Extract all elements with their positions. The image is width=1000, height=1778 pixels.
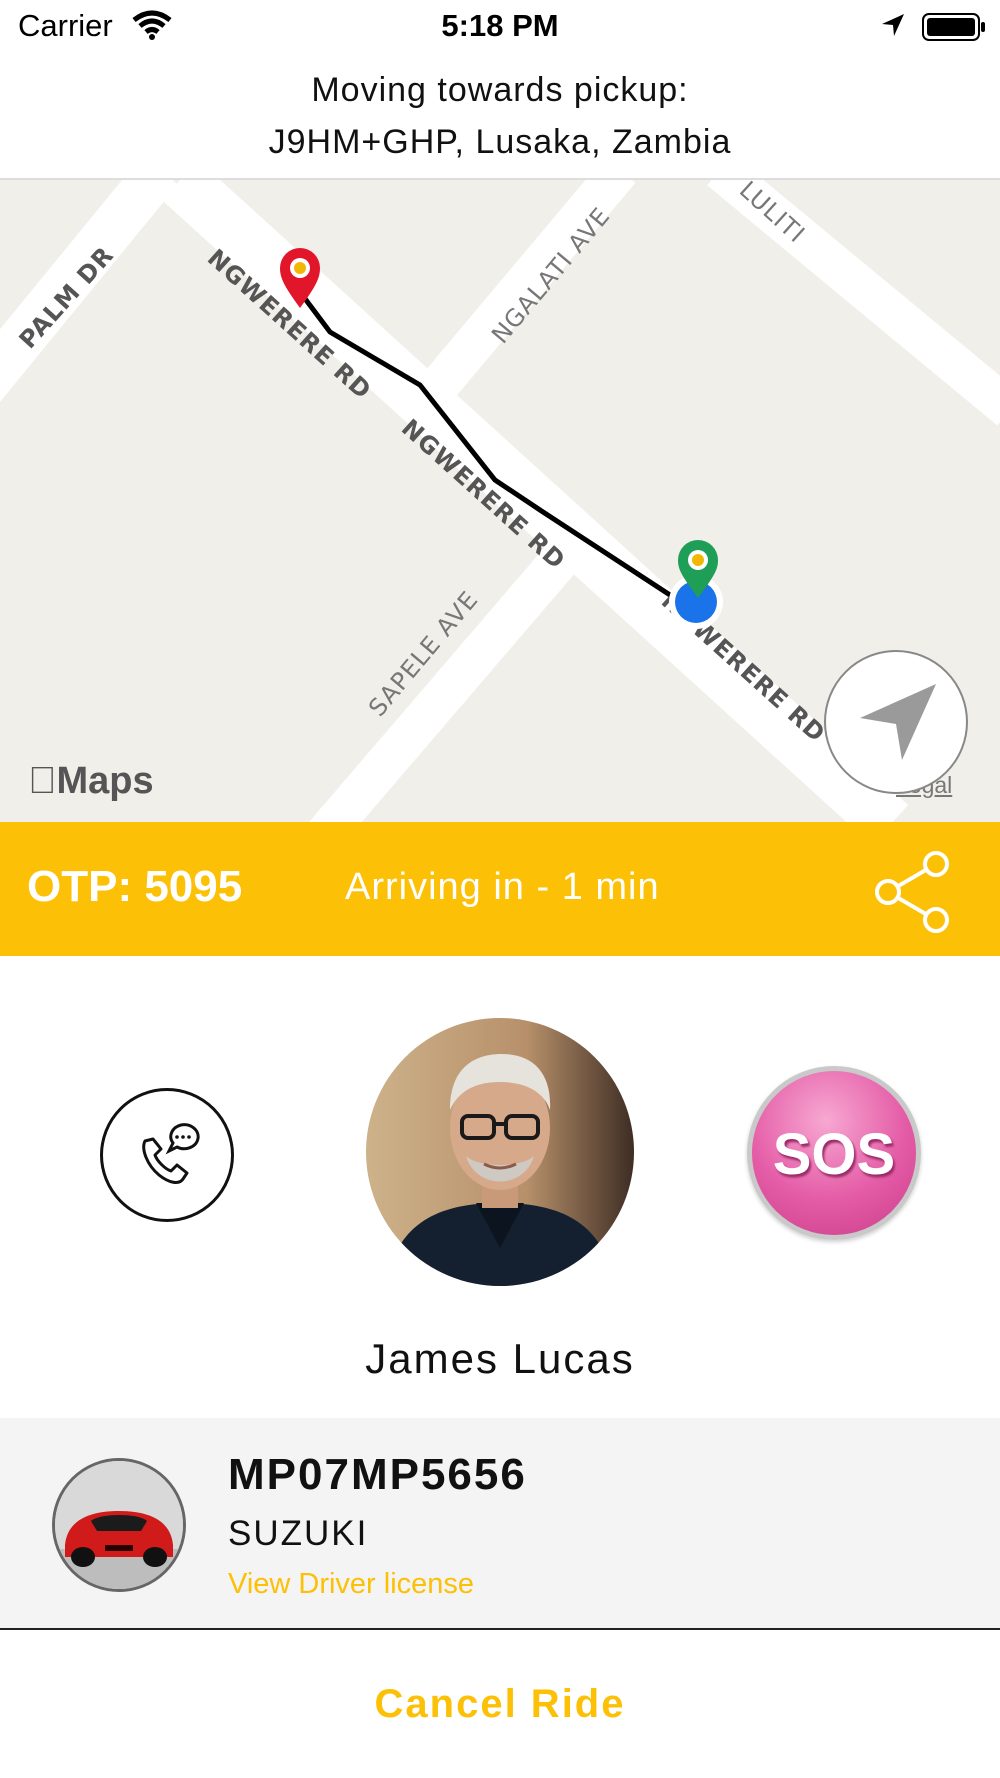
apple-logo-icon: : [28, 760, 57, 802]
call-driver-button[interactable]: [100, 1088, 234, 1222]
road-sapele: [308, 546, 576, 823]
driver-name: James Lucas: [365, 1335, 635, 1382]
vehicle-make: SUZUKI: [228, 1514, 369, 1553]
call-chat-icon: [142, 1123, 200, 1184]
vehicle-panel: MP07MP5656 SUZUKI View Driver license: [0, 1418, 1000, 1630]
route-map[interactable]: PALM DR NGWERERE RD NGALATI AVE NGWERERE…: [0, 178, 1000, 823]
vehicle-plate: MP07MP5656: [228, 1450, 527, 1499]
pickup-status-text: Moving towards pickup:: [311, 71, 689, 109]
recenter-button[interactable]: [824, 650, 968, 794]
sos-button[interactable]: SOS: [747, 1066, 921, 1240]
otp-code: OTP: 5095: [27, 862, 243, 911]
driver-avatar: [366, 1018, 634, 1286]
status-time: 5:18 PM: [441, 8, 559, 43]
maps-attribution: Maps: [28, 760, 154, 802]
location-arrow-icon: [880, 12, 906, 43]
cancel-ride-button[interactable]: Cancel Ride: [0, 1682, 1000, 1727]
recenter-icon: [860, 684, 936, 760]
otp-bar: OTP: 5095 Arriving in - 1 min: [0, 822, 1000, 956]
eta-text: Arriving in - 1 min: [345, 866, 660, 908]
battery-icon: [922, 12, 986, 47]
pickup-address: J9HM+GHP, Lusaka, Zambia: [268, 123, 732, 161]
view-license-link[interactable]: View Driver license: [228, 1568, 474, 1601]
pickup-header: Moving towards pickup: J9HM+GHP, Lusaka,…: [0, 64, 1000, 168]
share-icon[interactable]: [870, 850, 954, 939]
status-bar: Carrier 5:18 PM: [0, 0, 1000, 56]
car-image: [52, 1458, 186, 1592]
sos-icon: SOS: [772, 1122, 896, 1187]
